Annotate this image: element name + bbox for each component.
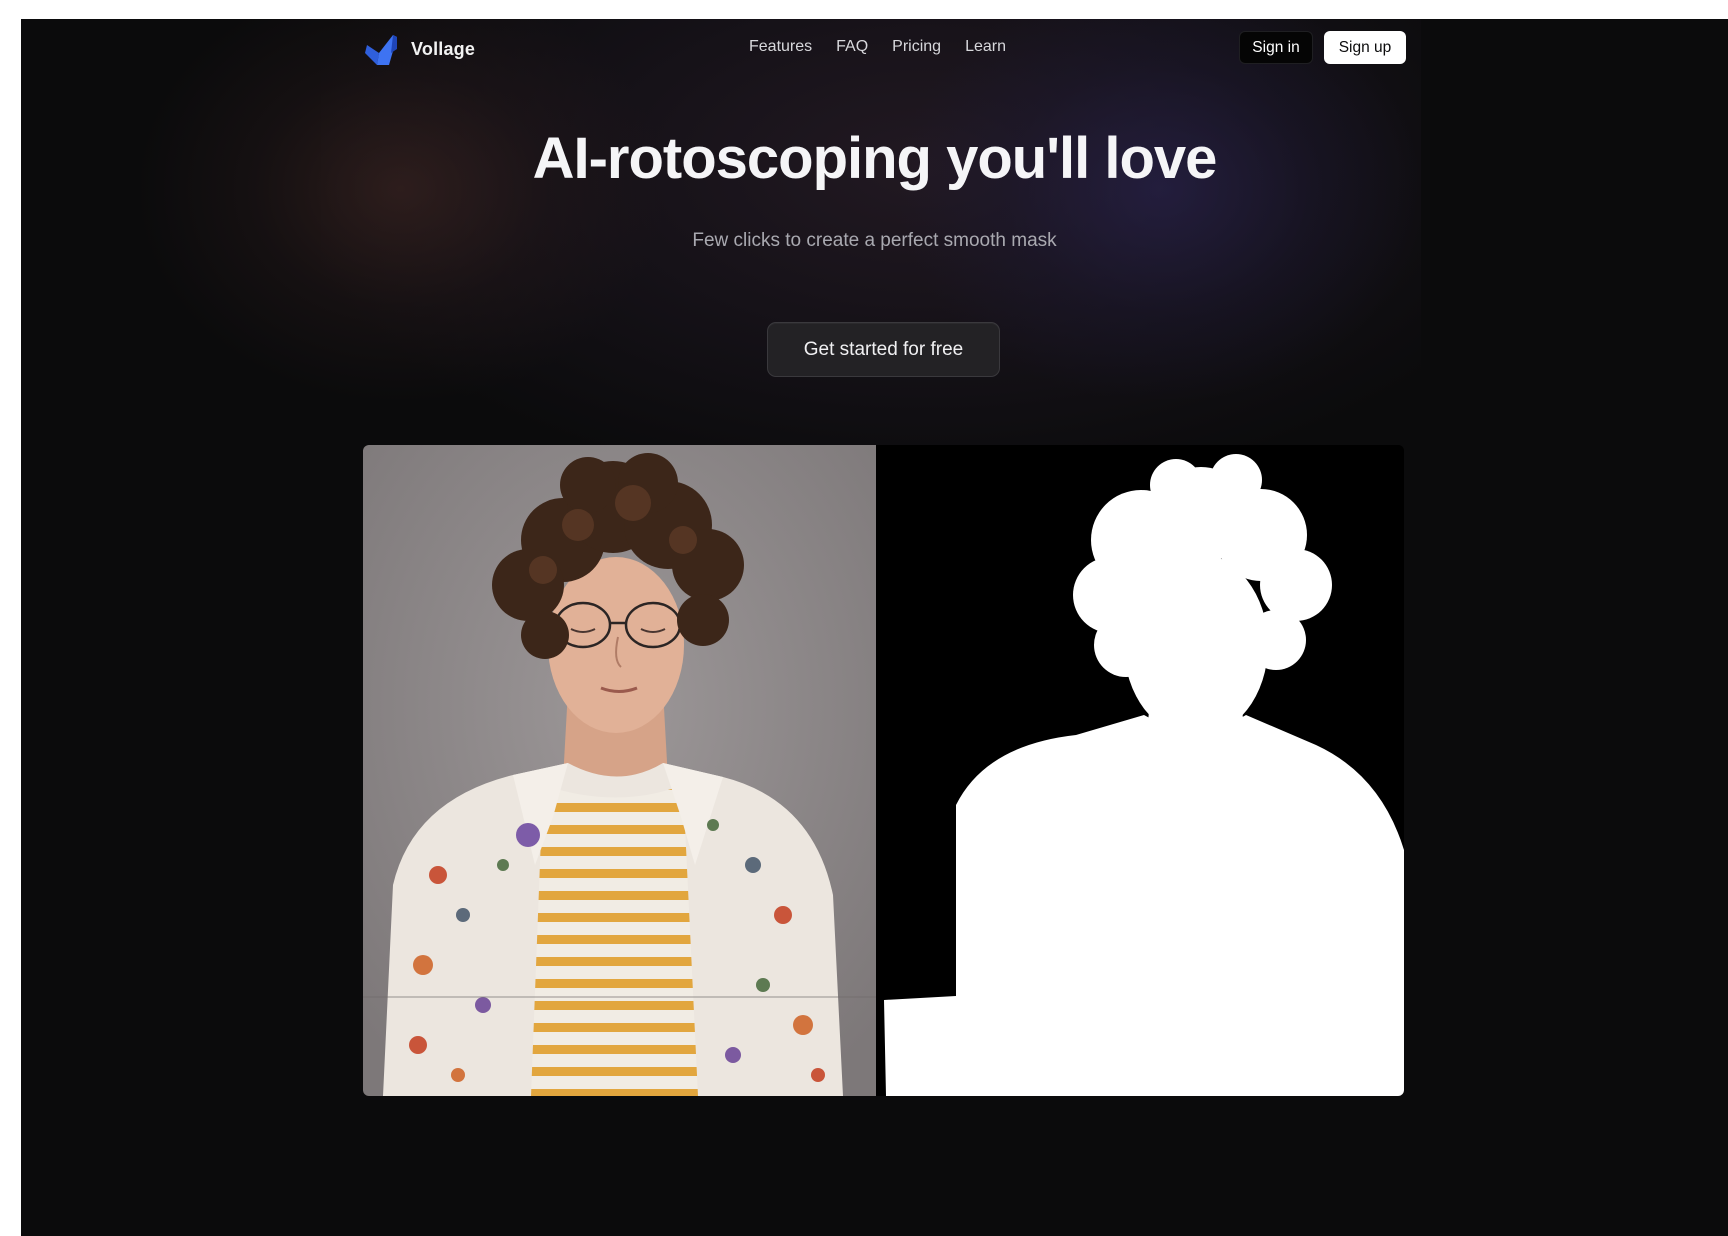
portrait-mask	[876, 445, 1404, 1096]
sign-in-button[interactable]: Sign in	[1239, 31, 1313, 64]
top-nav: Vollage Features FAQ Pricing Learn Sign …	[21, 19, 1728, 81]
nav-link-features[interactable]: Features	[749, 38, 812, 56]
nav-link-pricing[interactable]: Pricing	[892, 38, 941, 56]
demo-comparison	[363, 445, 1404, 1096]
vollage-logo-icon	[365, 35, 397, 65]
hero-subtitle: Few clicks to create a perfect smooth ma…	[692, 230, 1057, 251]
nav-links: Features FAQ Pricing Learn	[749, 38, 1006, 56]
nav-link-learn[interactable]: Learn	[965, 38, 1006, 56]
brand-home-link[interactable]: Vollage	[363, 31, 475, 67]
sign-up-button[interactable]: Sign up	[1324, 31, 1406, 64]
portrait-photo	[363, 445, 876, 1096]
page-frame: Vollage Features FAQ Pricing Learn Sign …	[21, 19, 1728, 1236]
get-started-button[interactable]: Get started for free	[767, 322, 1000, 377]
nav-link-faq[interactable]: FAQ	[836, 38, 868, 56]
hero-title: AI-rotoscoping you'll love	[532, 126, 1218, 191]
brand-name: Vollage	[411, 38, 476, 59]
